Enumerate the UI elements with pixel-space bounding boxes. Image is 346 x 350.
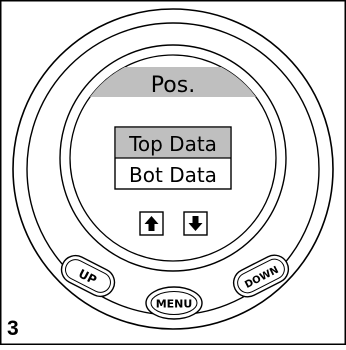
arrow-up-key[interactable]	[139, 211, 164, 236]
menu-button[interactable]: MENU	[145, 286, 203, 320]
figure-frame: Pos. Top Data Bot Data UP MENU DOWN	[0, 0, 346, 346]
figure-number: 3	[7, 317, 19, 340]
arrow-down-key[interactable]	[183, 211, 208, 236]
display-title: Pos.	[151, 73, 195, 98]
menu-item-bot-data[interactable]: Bot Data	[129, 163, 217, 187]
menu-button-label: MENU	[156, 298, 193, 311]
menu-item-top-data[interactable]: Top Data	[128, 132, 217, 156]
device-diagram: Pos. Top Data Bot Data UP MENU DOWN	[0, 0, 346, 346]
